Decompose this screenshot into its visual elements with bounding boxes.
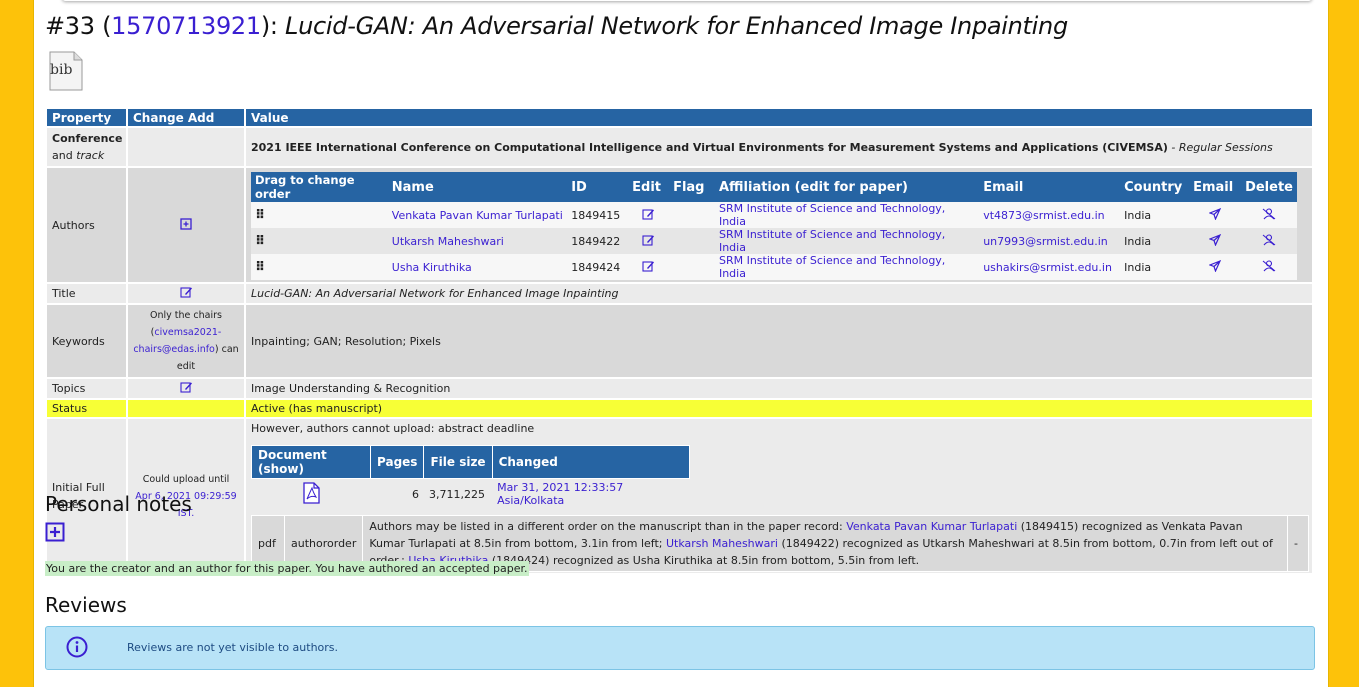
edit-title-icon[interactable] — [126, 282, 246, 305]
edit-icon[interactable] — [628, 202, 670, 228]
reviews-alert: Reviews are not yet visible to authors. — [45, 626, 1315, 670]
page-title: #33 (1570713921): Lucid-GAN: An Adversar… — [45, 12, 1068, 40]
drag-handle-icon[interactable]: ⠿ — [251, 202, 388, 228]
topics-value: Image Understanding & Recognition — [244, 377, 1314, 400]
author-row: ⠿ Venkata Pavan Kumar Turlapati 1849415 … — [251, 202, 1297, 228]
delete-author-icon[interactable] — [1241, 254, 1297, 280]
author-row: ⠿ Usha Kiruthika 1849424 SRM Institute o… — [251, 254, 1297, 280]
authors-col-drag: Drag to change order — [251, 172, 388, 202]
author-link[interactable]: Utkarsh Maheshwari — [666, 537, 778, 550]
document-table: Document (show) Pages File size Changed … — [251, 445, 690, 509]
pdf-icon[interactable] — [251, 478, 371, 509]
affiliation-link[interactable]: SRM Institute of Science and Technology,… — [719, 228, 945, 254]
conference-label: Conference and track — [45, 126, 128, 168]
drag-handle-icon[interactable]: ⠿ — [251, 254, 388, 280]
keywords-label: Keywords — [45, 303, 128, 379]
edit-icon[interactable] — [628, 254, 670, 280]
authors-label: Authors — [45, 166, 128, 284]
author-row: ⠿ Utkarsh Maheshwari 1849422 SRM Institu… — [251, 228, 1297, 254]
paper-id-link[interactable]: 1570713921 — [111, 12, 261, 40]
edit-topics-icon[interactable] — [126, 377, 246, 400]
author-name-link[interactable]: Venkata Pavan Kumar Turlapati — [392, 209, 563, 222]
author-name-link[interactable]: Usha Kiruthika — [392, 261, 472, 274]
email-link[interactable]: ushakirs@srmist.edu.in — [983, 261, 1112, 274]
send-email-icon[interactable] — [1189, 202, 1242, 228]
status-label: Status — [45, 398, 128, 419]
creator-note: You are the creator and an author for th… — [45, 561, 529, 576]
title-value: Lucid-GAN: An Adversarial Network for En… — [244, 282, 1314, 305]
topics-label: Topics — [45, 377, 128, 400]
send-email-icon[interactable] — [1189, 228, 1242, 254]
col-change-add: Change Add — [126, 107, 246, 128]
paper-properties-table: Property Change Add Value Conference and … — [45, 107, 1314, 575]
email-link[interactable]: un7993@srmist.edu.in — [983, 235, 1108, 248]
status-value: Active (has manuscript) — [244, 398, 1314, 419]
authors-table: Drag to change order Name ID Edit Flag A… — [251, 172, 1297, 280]
title-label: Title — [45, 282, 128, 305]
send-email-icon[interactable] — [1189, 254, 1242, 280]
upload-notice: However, authors cannot upload: abstract… — [251, 422, 535, 435]
bib-file-icon[interactable]: bib — [47, 50, 83, 91]
edit-icon[interactable] — [628, 228, 670, 254]
author-name-link[interactable]: Utkarsh Maheshwari — [392, 235, 504, 248]
delete-author-icon[interactable] — [1241, 228, 1297, 254]
col-value: Value — [244, 107, 1314, 128]
add-note-icon[interactable] — [45, 522, 65, 542]
keywords-edit-note: Only the chairs (civemsa2021-chairs@edas… — [126, 303, 246, 379]
reviews-heading: Reviews — [45, 593, 127, 617]
drag-handle-icon[interactable]: ⠿ — [251, 228, 388, 254]
author-link[interactable]: Venkata Pavan Kumar Turlapati — [846, 520, 1017, 533]
add-author-icon[interactable] — [180, 217, 192, 230]
personal-notes-heading: Personal notes — [45, 492, 192, 516]
keywords-value: Inpainting; GAN; Resolution; Pixels — [244, 303, 1314, 379]
reviews-message: Reviews are not yet visible to authors. — [127, 641, 339, 654]
changed-date-link[interactable]: Mar 31, 2021 12:33:57 Asia/Kolkata — [497, 481, 623, 507]
top-shadow — [62, 0, 1312, 1]
affiliation-link[interactable]: SRM Institute of Science and Technology,… — [719, 254, 945, 280]
chairs-email-link[interactable]: civemsa2021-chairs@edas.info — [133, 327, 221, 355]
conference-value: 2021 IEEE International Conference on Co… — [244, 126, 1314, 168]
delete-author-icon[interactable] — [1241, 202, 1297, 228]
info-icon — [66, 636, 88, 658]
email-link[interactable]: vt4873@srmist.edu.in — [983, 209, 1104, 222]
col-property: Property — [45, 107, 128, 128]
svg-text:bib: bib — [50, 62, 72, 78]
affiliation-link[interactable]: SRM Institute of Science and Technology,… — [719, 202, 945, 228]
